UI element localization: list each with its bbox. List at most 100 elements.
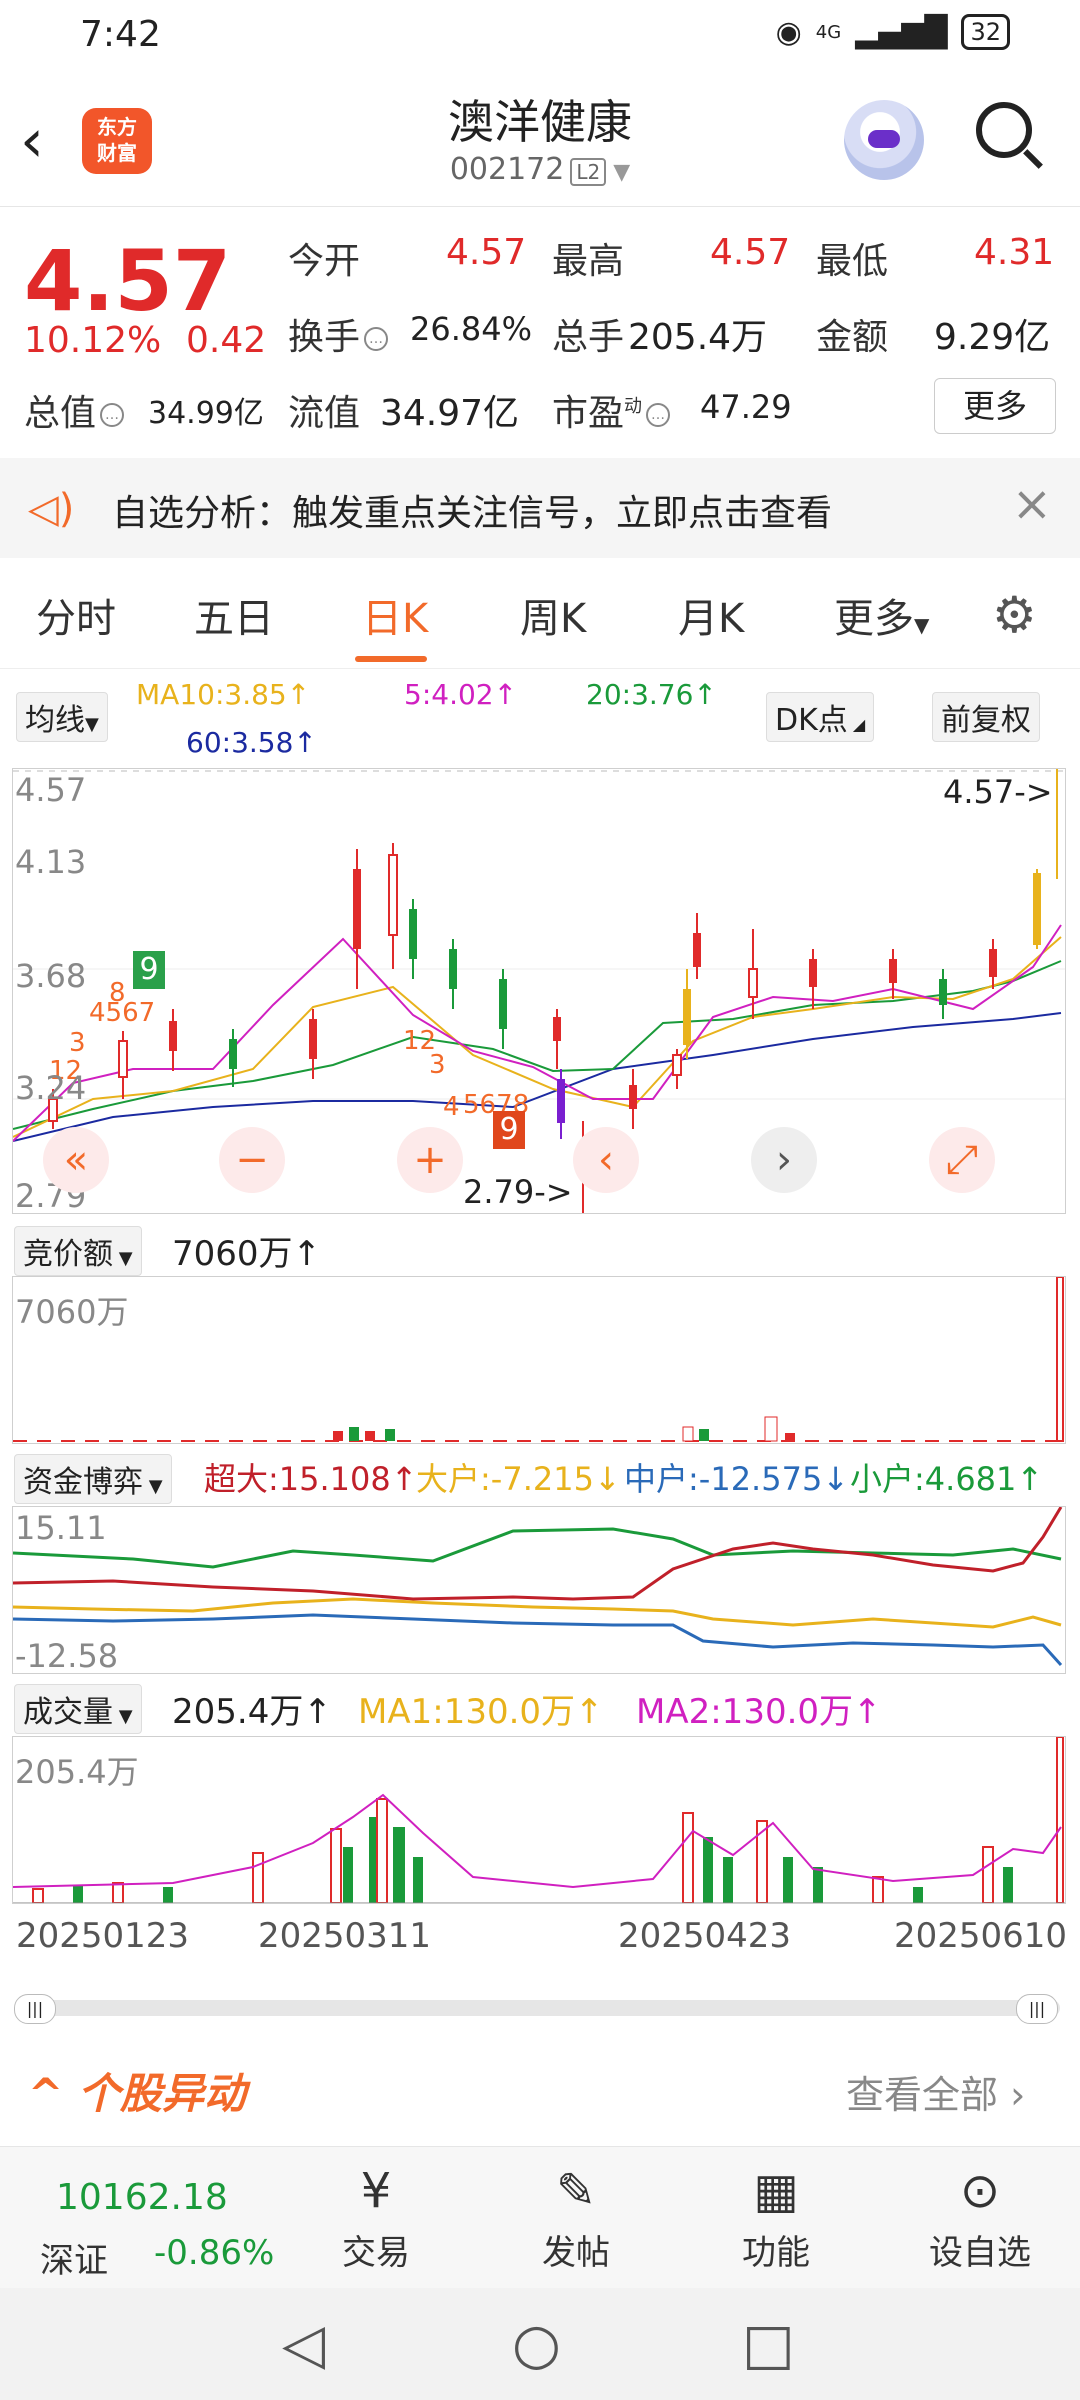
float-label: 流值 <box>288 393 361 434</box>
pe-label: 市盈动… <box>552 384 674 436</box>
functions-button[interactable]: ▦ 功能 <box>716 2163 836 2274</box>
chevron-up-icon: ^ <box>28 2069 78 2118</box>
status-time: 7:42 <box>80 14 161 55</box>
nav-back-icon[interactable]: ◁ <box>282 2312 325 2377</box>
mktcap-value: 34.99亿 <box>148 396 264 431</box>
auction-svg <box>13 1277 1065 1442</box>
range-handle-right[interactable]: ||| <box>1016 1994 1058 2024</box>
ma60-legend: 60:3.58↑ <box>186 726 317 759</box>
pe-superscript: 动 <box>624 396 643 417</box>
tab-intraday[interactable]: 分时 <box>36 586 116 644</box>
tab-weekly-k[interactable]: 周K <box>520 586 586 644</box>
date-label-4: 20250610 <box>894 1916 1068 1956</box>
prev-icon[interactable]: ‹ <box>573 1127 639 1193</box>
adjust-selector[interactable]: 前复权 <box>932 692 1040 742</box>
nav-recents-icon[interactable]: □ <box>742 2312 795 2377</box>
wifi-icon: ◉ <box>775 14 802 50</box>
notice-banner[interactable]: ◁) 自选分析：触发重点关注信号，立即点击查看 × <box>0 458 1080 558</box>
system-nav-bar: ◁ ○ □ <box>0 2288 1080 2400</box>
low-label: 最低 <box>816 241 889 282</box>
caret-down-icon: ▼ <box>143 1476 163 1497</box>
turnover-value: 26.84% <box>410 310 533 348</box>
bottom-bar: 10162.18 深证 -0.86% ¥ 交易 ✎ 发帖 ▦ 功能 ⊙ 设自选 <box>0 2146 1080 2289</box>
high-marker: 4.57-> <box>943 773 1053 811</box>
info-icon[interactable]: … <box>646 403 671 427</box>
assistant-avatar[interactable] <box>844 100 924 180</box>
signal-badge-buy: 9 <box>133 951 165 989</box>
tab-daily-k[interactable]: 日K <box>362 586 428 644</box>
caret-down-icon: ▼ <box>914 613 930 637</box>
volume-value: 205.4万 <box>628 317 768 358</box>
change-percent: 10.12% <box>24 320 162 361</box>
volume-selector[interactable]: 成交量 ▼ <box>14 1684 142 1734</box>
open-value: 4.57 <box>446 232 527 273</box>
speaker-icon: ◁) <box>28 486 75 532</box>
svg-text:4: 4 <box>443 1092 460 1122</box>
ma-selector[interactable]: 均线▼ <box>16 692 108 742</box>
dk-label: DK点 <box>775 703 848 738</box>
tab-monthly-k[interactable]: 月K <box>678 586 744 644</box>
caret-down-icon: ▼ <box>113 1706 133 1727</box>
y-axis-4: 3.24 <box>15 1069 87 1107</box>
funds-svg <box>13 1507 1063 1667</box>
funds-small: 小户:4.681↑ <box>850 1460 1044 1498</box>
nav-home-icon[interactable]: ○ <box>512 2312 561 2377</box>
stock-title: 澳洋健康 <box>448 95 632 149</box>
logo-line2: 财富 <box>97 141 137 165</box>
low-value: 4.31 <box>974 232 1055 273</box>
gear-icon[interactable]: ⚙ <box>992 586 1037 644</box>
info-icon[interactable]: … <box>100 403 125 427</box>
search-icon[interactable] <box>976 102 1032 158</box>
last-price: 4.57 <box>24 232 232 330</box>
logo-line1: 东方 <box>97 115 137 139</box>
close-icon[interactable]: × <box>1012 476 1052 532</box>
app-logo[interactable]: 东方 财富 <box>82 108 152 174</box>
range-handle-left[interactable]: ||| <box>14 1994 56 2024</box>
back-icon[interactable]: ‹ <box>20 106 44 176</box>
view-all-link[interactable]: 查看全部 › <box>846 2064 1025 2119</box>
caret-down-icon: ▼ <box>85 714 99 735</box>
range-slider-track[interactable] <box>20 2000 1060 2016</box>
funds-selector[interactable]: 资金博弈 ▼ <box>14 1454 172 1504</box>
zoom-in-icon[interactable]: + <box>397 1127 463 1193</box>
expand-icon[interactable]: ⤢ <box>929 1127 995 1193</box>
volume-ma2: MA2:130.0万↑ <box>636 1692 882 1732</box>
amount-value: 9.29亿 <box>934 317 1051 358</box>
more-button[interactable]: 更多 <box>934 378 1056 434</box>
notice-text[interactable]: 自选分析：触发重点关注信号，立即点击查看 <box>112 484 832 536</box>
tab-five-day[interactable]: 五日 <box>194 586 274 644</box>
add-watchlist-button[interactable]: ⊙ 设自选 <box>920 2163 1040 2274</box>
active-tab-indicator <box>355 656 427 662</box>
volume-value: 205.4万↑ <box>172 1692 332 1732</box>
next-icon[interactable]: › <box>751 1127 817 1193</box>
post-button[interactable]: ✎ 发帖 <box>516 2163 636 2274</box>
dk-selector[interactable]: DK点 ◢ <box>766 692 875 742</box>
svg-text:8: 8 <box>109 978 126 1008</box>
section-title[interactable]: ^ 个股异动 <box>28 2060 246 2121</box>
trade-button[interactable]: ¥ 交易 <box>316 2163 436 2274</box>
section-title-text: 个股异动 <box>77 2069 246 2118</box>
edit-icon: ✎ <box>555 2163 597 2219</box>
zoom-out-icon[interactable]: − <box>219 1127 285 1193</box>
header: ‹ 东方 财富 澳洋健康 002172 L2 ▼ <box>0 72 1080 207</box>
index-name: 深证 <box>40 2241 108 2281</box>
period-tabs: 分时 五日 日K 周K 月K 更多▼ ⚙ <box>0 560 1080 669</box>
pe-label-text: 市盈 <box>552 393 625 434</box>
kline-chart[interactable]: 12 3 4567 8 12 3 4 5678 9 9 4.57 4.13 3.68 3.2… <box>12 768 1066 1215</box>
index-change: -0.86% <box>154 2233 275 2273</box>
volume-selector-label: 成交量 <box>23 1695 113 1730</box>
stock-code-row[interactable]: 002172 L2 ▼ <box>340 152 740 187</box>
add-watchlist-label: 设自选 <box>929 2233 1031 2273</box>
svg-text:3: 3 <box>69 1028 86 1058</box>
info-icon[interactable]: … <box>364 327 389 351</box>
funds-selector-label: 资金博弈 <box>23 1465 143 1500</box>
date-label-2: 20250311 <box>258 1916 432 1956</box>
auction-selector[interactable]: 竞价额 ▼ <box>14 1226 142 1276</box>
status-icons: ◉ 4G ▂▄▆█ 32 <box>776 14 1010 50</box>
tab-more[interactable]: 更多▼ <box>834 586 929 644</box>
float-value: 34.97亿 <box>380 393 520 434</box>
index-value[interactable]: 10162.18 <box>56 2177 228 2218</box>
high-label: 最高 <box>552 241 625 282</box>
scroll-left-fast-icon[interactable]: « <box>43 1127 109 1193</box>
quote-panel: 4.57 10.12% 0.42 今开 4.57 最高 4.57 最低 4.31… <box>0 206 1080 456</box>
